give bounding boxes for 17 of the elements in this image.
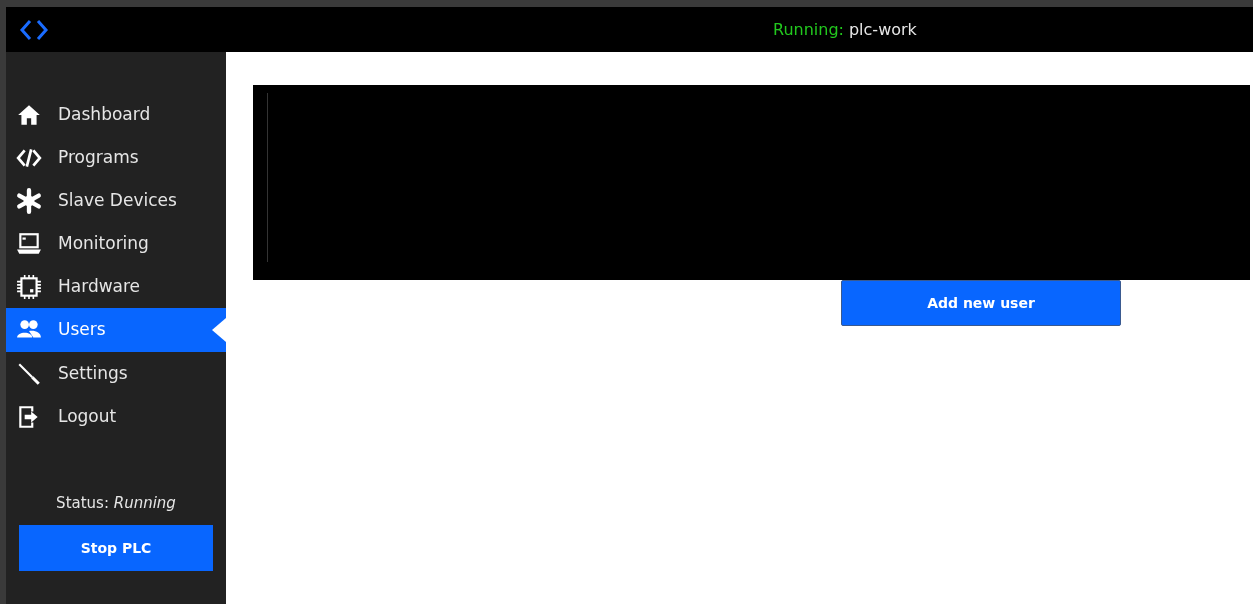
sidebar-item[interactable]: Settings [6, 352, 226, 395]
snowflake-icon [15, 187, 43, 214]
sidebar-item[interactable]: Hardware [6, 265, 226, 308]
sidebar-item[interactable]: Dashboard [6, 93, 226, 136]
sidebar-item[interactable]: Logout [6, 395, 226, 438]
add-new-user-button[interactable]: Add new user [841, 280, 1121, 326]
running-label: Running: [773, 20, 844, 40]
sidebar-item[interactable]: Slave Devices [6, 179, 226, 222]
status-text: Status: Running [56, 492, 176, 514]
stop-plc-button[interactable]: Stop PLC [19, 525, 213, 571]
chip-icon [15, 273, 43, 300]
sidebar-item[interactable]: Users [6, 308, 226, 352]
sidebar-item[interactable]: Programs [6, 136, 226, 179]
program-name: plc-work [848, 20, 917, 40]
laptop-icon [15, 230, 43, 257]
code-logo-icon [19, 17, 49, 42]
sidebar-item[interactable]: Monitoring [6, 222, 226, 265]
